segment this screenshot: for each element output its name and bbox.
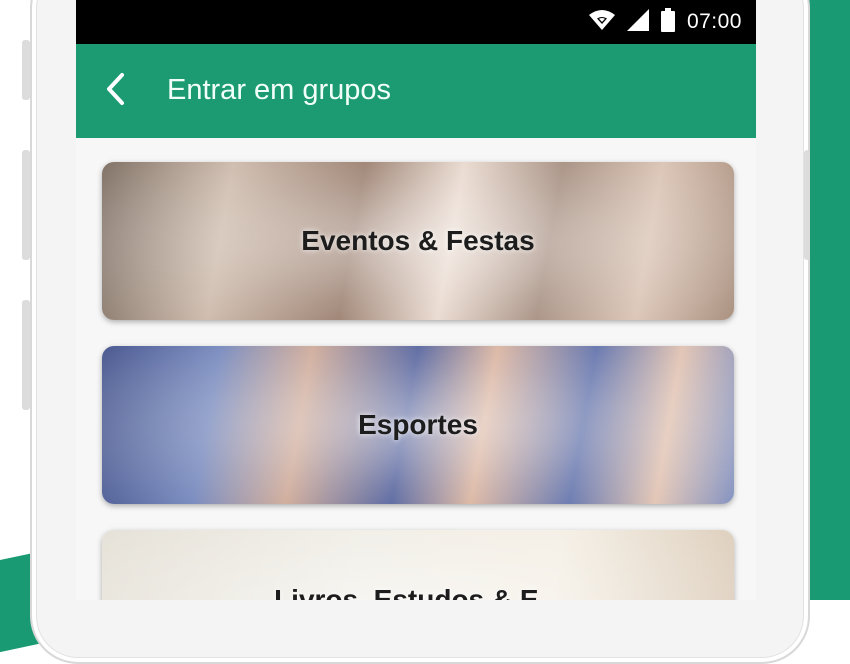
page-title: Entrar em grupos xyxy=(167,74,392,106)
app-bar: Entrar em grupos xyxy=(76,44,756,138)
wifi-icon xyxy=(588,9,615,36)
phone-side-button xyxy=(22,40,30,100)
signal-icon xyxy=(626,8,649,36)
group-card-label: Eventos & Festas xyxy=(301,225,535,256)
battery-icon xyxy=(660,7,675,37)
group-list: Eventos & Festas Esportes Livros, Estudo… xyxy=(76,138,756,600)
phone-volume-button xyxy=(22,150,30,260)
group-card-events-parties[interactable]: Eventos & Festas xyxy=(102,162,734,320)
phone-power-button xyxy=(804,150,810,260)
phone-volume-button xyxy=(22,300,30,410)
back-arrow-icon xyxy=(104,72,128,111)
group-card-label: Livros, Estudos & E... xyxy=(274,584,562,600)
group-card-books-studies[interactable]: Livros, Estudos & E... xyxy=(102,530,734,600)
group-card-sports[interactable]: Esportes xyxy=(102,346,734,504)
status-icons: 07:00 xyxy=(588,0,742,44)
back-button[interactable] xyxy=(96,71,136,111)
status-bar: 07:00 xyxy=(76,0,756,44)
status-time: 07:00 xyxy=(686,10,742,33)
phone-screen: 07:00 Entrar em grupos Eventos & Festas … xyxy=(76,0,756,600)
group-card-label: Esportes xyxy=(358,409,478,440)
